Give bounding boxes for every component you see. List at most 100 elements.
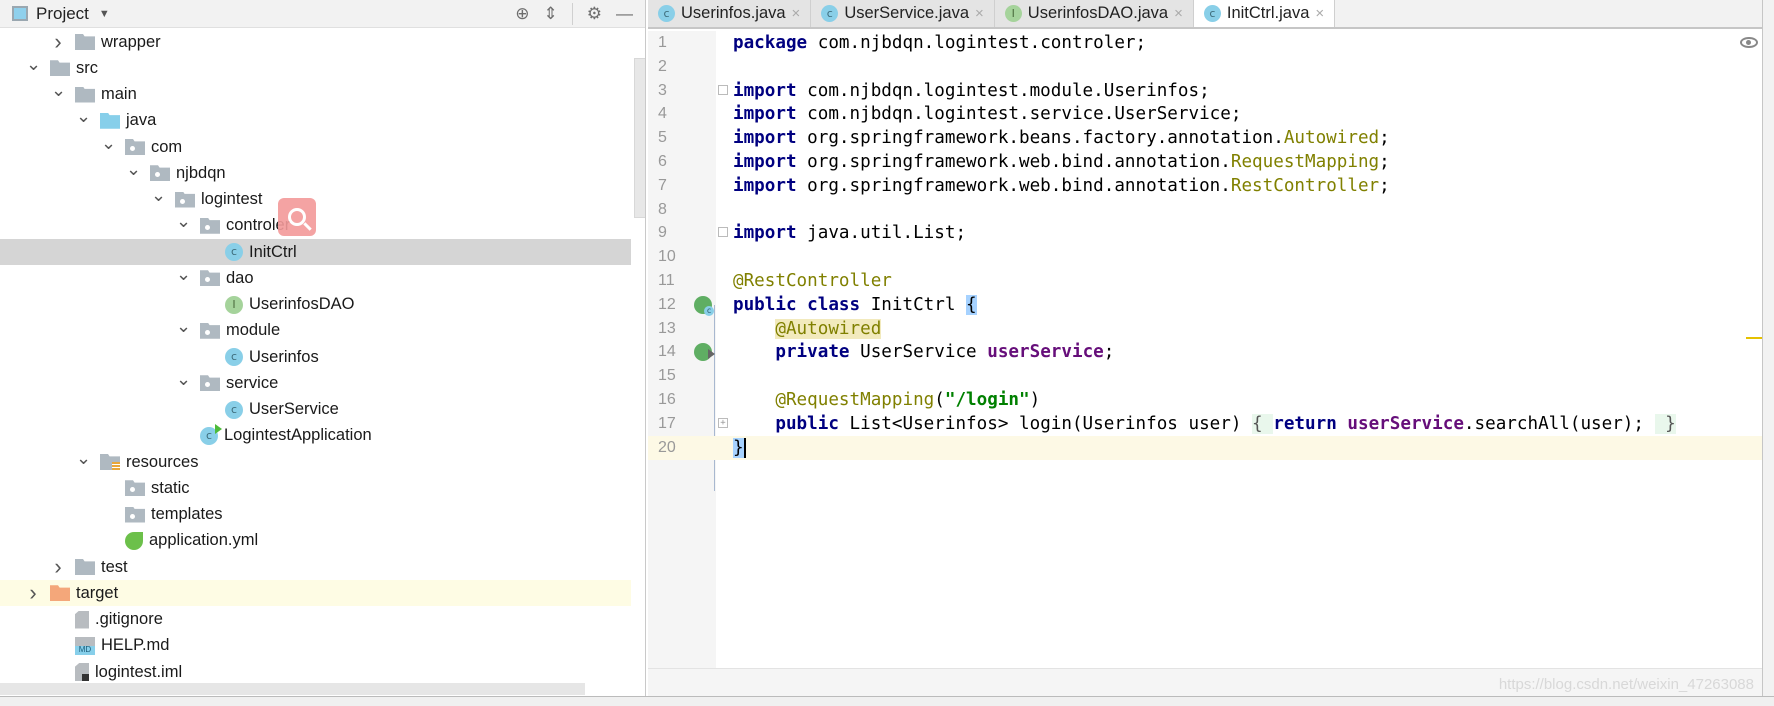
tab-userinfos[interactable]: c Userinfos.java × xyxy=(648,0,812,27)
line-number: 8 xyxy=(658,200,667,218)
tree-item-wrapper[interactable]: › wrapper xyxy=(0,29,631,55)
tree-item-application-yml[interactable]: application.yml xyxy=(0,528,631,554)
tree-item-logintestapplication[interactable]: c LogintestApplication xyxy=(0,423,631,449)
chevron-down-icon[interactable]: ⌄ xyxy=(126,159,141,180)
project-view-selector[interactable]: Project xyxy=(36,4,89,24)
code-token: ; xyxy=(1379,128,1390,149)
close-icon[interactable]: × xyxy=(975,5,984,22)
res-icon xyxy=(100,454,120,470)
intf-icon: I xyxy=(225,295,243,314)
code-token: } xyxy=(1654,413,1676,434)
fold-expand-icon[interactable]: + xyxy=(718,417,728,428)
code-token: ; xyxy=(1379,175,1390,196)
code-line: 17 + public List<Userinfos> login(Userinf… xyxy=(648,412,1762,436)
gear-icon[interactable]: ⚙ xyxy=(587,4,602,24)
line-number: 12 xyxy=(658,295,676,313)
chevron-down-icon[interactable]: ⌄ xyxy=(51,80,66,101)
tree-item-target[interactable]: › target xyxy=(0,580,631,607)
class-icon: c xyxy=(821,5,839,22)
tab-userinfosdao[interactable]: I UserinfosDAO.java × xyxy=(994,0,1194,27)
tab-userservice[interactable]: c UserService.java × xyxy=(811,0,995,27)
tree-item-test[interactable]: › test xyxy=(0,554,631,580)
line-number: 10 xyxy=(658,248,676,266)
code-token: RestController xyxy=(1230,175,1380,196)
spring-icon xyxy=(125,531,143,550)
code-text: import org.springframework.web.bind.anno… xyxy=(733,150,1390,174)
app-icon: c xyxy=(200,423,222,445)
code-text: @RestController xyxy=(733,269,892,293)
code-line: 13 @Autowired xyxy=(648,317,1762,341)
code-line: 2 xyxy=(648,55,1762,79)
chevron-down-icon[interactable]: ⌄ xyxy=(76,448,91,469)
code-text: public List<Userinfos> login(Userinfos u… xyxy=(733,412,1676,436)
tree-item-gitignore[interactable]: .gitignore xyxy=(0,607,631,633)
search-overlay-button[interactable] xyxy=(278,198,316,236)
chevron-down-icon[interactable]: ⌄ xyxy=(26,54,41,75)
tree-item-label: wrapper xyxy=(101,32,161,51)
code-token: import xyxy=(733,152,797,172)
project-panel-header: Project ▼ ⊕ ⇕ ⚙ — xyxy=(0,0,645,28)
reader-mode-eye-icon[interactable] xyxy=(1740,37,1758,48)
file-icon xyxy=(75,610,89,629)
close-icon[interactable]: × xyxy=(1174,5,1183,22)
chevron-right-icon[interactable]: › xyxy=(26,580,40,606)
code-editor[interactable]: 1 package com.njbdqn.logintest.controler;… xyxy=(648,31,1762,668)
line-number: 5 xyxy=(658,129,667,147)
tree-item-initctrl[interactable]: c InitCtrl xyxy=(0,239,631,265)
tree-item-userservice[interactable]: c UserService xyxy=(0,397,631,423)
tree-item-static[interactable]: static xyxy=(0,475,631,501)
class-icon: c xyxy=(1203,5,1221,22)
tree-vertical-scrollbar[interactable] xyxy=(634,58,645,218)
tree-item-help-md[interactable]: MD HELP.md xyxy=(0,633,631,659)
tree-item-java[interactable]: ⌄ java xyxy=(0,106,631,134)
close-icon[interactable]: × xyxy=(1315,5,1324,22)
tree-item-dao[interactable]: ⌄ dao xyxy=(0,264,631,291)
chevron-down-icon[interactable]: ⌄ xyxy=(176,211,191,232)
collapse-all-icon[interactable]: ⇕ xyxy=(544,4,558,24)
tree-item-main[interactable]: ⌄ main xyxy=(0,80,631,108)
folder-src-icon xyxy=(100,112,120,129)
tree-item-src[interactable]: ⌄ src xyxy=(0,54,631,81)
code-text: import org.springframework.web.bind.anno… xyxy=(733,174,1390,198)
minimize-icon[interactable]: — xyxy=(616,4,633,24)
bean-autowired-icon[interactable] xyxy=(694,343,715,362)
fold-collapse-icon[interactable] xyxy=(718,84,728,95)
tree-item-userinfosdao[interactable]: I UserinfosDAO xyxy=(0,292,631,318)
tree-item-label: target xyxy=(76,583,119,602)
code-line: 16 @RequestMapping("/login") xyxy=(648,388,1762,412)
tree-horizontal-scrollbar[interactable] xyxy=(0,683,585,695)
chevron-right-icon[interactable]: › xyxy=(51,554,65,580)
code-token: ; xyxy=(1379,152,1390,172)
fold-collapse-icon[interactable] xyxy=(718,227,728,238)
tree-item-label: logintest.iml xyxy=(95,662,183,681)
chevron-right-icon[interactable]: › xyxy=(51,29,65,55)
warning-stripe-marker[interactable] xyxy=(1746,337,1762,339)
close-icon[interactable]: × xyxy=(792,5,801,22)
tree-item-com[interactable]: ⌄ com xyxy=(0,133,631,160)
locate-icon[interactable]: ⊕ xyxy=(515,4,529,24)
code-token: List<Userinfos> login(Userinfos user) xyxy=(838,413,1253,434)
code-token: ; xyxy=(1103,342,1115,363)
chevron-down-icon[interactable]: ⌄ xyxy=(176,264,191,285)
tree-item-service[interactable]: ⌄ service xyxy=(0,369,631,396)
tree-item-njbdqn[interactable]: ⌄ njbdqn xyxy=(0,159,631,186)
code-line: 6 import org.springframework.web.bind.ann… xyxy=(648,150,1762,174)
bean-class-icon[interactable] xyxy=(694,295,714,316)
tree-item-logintest-iml[interactable]: logintest.iml xyxy=(0,659,631,685)
code-token: import xyxy=(733,104,797,125)
pkg-icon xyxy=(125,506,145,523)
tree-item-templates[interactable]: templates xyxy=(0,502,631,528)
chevron-down-icon[interactable]: ▼ xyxy=(99,8,110,20)
chevron-down-icon[interactable]: ⌄ xyxy=(76,106,91,127)
chevron-down-icon[interactable]: ⌄ xyxy=(151,185,166,206)
tree-item-resources[interactable]: ⌄ resources xyxy=(0,448,631,475)
chevron-down-icon[interactable]: ⌄ xyxy=(176,316,191,337)
tree-item-module[interactable]: ⌄ module xyxy=(0,316,631,344)
tree-item-label: .gitignore xyxy=(95,610,163,628)
chevron-down-icon[interactable]: ⌄ xyxy=(101,133,116,154)
chevron-down-icon[interactable]: ⌄ xyxy=(176,369,191,390)
tree-item-userinfos[interactable]: c Userinfos xyxy=(0,344,631,370)
tree-item-label: module xyxy=(226,321,281,340)
tab-initctrl[interactable]: c InitCtrl.java × xyxy=(1193,0,1336,27)
code-token: org.springframework.web.bind.annotation. xyxy=(796,175,1231,196)
